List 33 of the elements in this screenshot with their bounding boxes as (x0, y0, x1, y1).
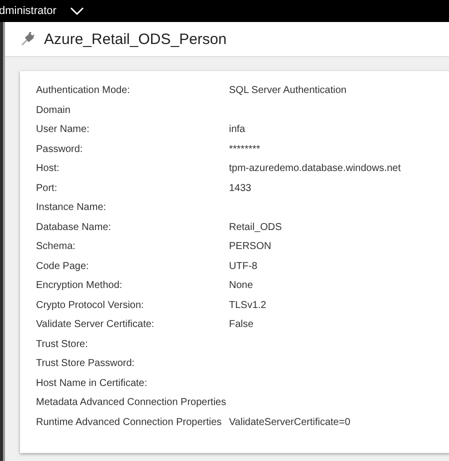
property-label: Code Page: (36, 260, 90, 272)
property-label: Database Name: (36, 222, 112, 233)
property-label: Host: (36, 163, 60, 174)
property-label: Schema: (36, 241, 76, 252)
property-value: TLSv1.2 (229, 300, 266, 311)
property-label: Trust Store Password: (36, 358, 136, 370)
property-label: Validate Server Certificate: (36, 319, 156, 330)
property-label: Trust Store: (36, 338, 89, 350)
property-value: UTF-8 (229, 260, 258, 272)
property-label: Authentication Mode: (36, 85, 131, 96)
connection-title: Azure_Retail_ODS_Person (44, 30, 227, 48)
property-label: Metadata Advanced Connection Properties (36, 397, 228, 408)
property-label: Runtime Advanced Connection Properties (36, 416, 223, 428)
property-value: tpm-azuredemo.database.windows.net (229, 163, 401, 174)
property-value: infa (229, 124, 246, 136)
property-label: User Name: (36, 124, 90, 136)
property-value: None (229, 280, 253, 292)
property-label: Domain (36, 104, 72, 116)
property-value: ******** (229, 144, 260, 155)
property-label: Instance Name: (36, 202, 108, 214)
chevron-down-icon[interactable] (70, 6, 84, 16)
plug-icon (21, 32, 35, 46)
property-value: Retail_ODS (229, 222, 282, 233)
property-label: Password: (36, 144, 84, 155)
property-label: Encryption Method: (36, 280, 124, 292)
property-label: Host Name in Certificate: (36, 378, 148, 389)
property-value: 1433 (229, 182, 252, 194)
property-value: ValidateServerCertificate=0 (229, 416, 350, 428)
property-label: Crypto Protocol Version: (36, 300, 145, 311)
property-value: False (229, 319, 254, 330)
property-value: SQL Server Authentication (229, 85, 346, 96)
property-value: PERSON (229, 241, 272, 252)
property-label: Port: (36, 182, 58, 194)
